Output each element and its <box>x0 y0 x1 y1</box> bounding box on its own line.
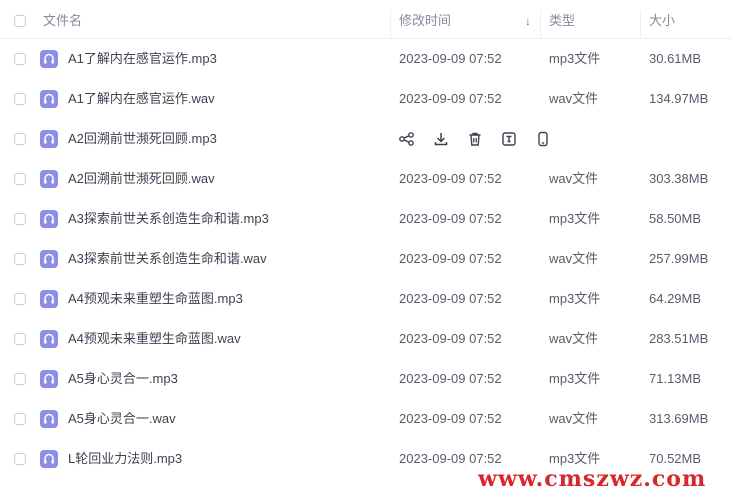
file-size: 71.13MB <box>649 371 702 386</box>
file-name[interactable]: A3探索前世关系创造生命和谐.wav <box>68 239 267 279</box>
file-modified-time: 2023-09-09 07:52 <box>399 171 502 186</box>
sort-descending-icon[interactable]: ↓ <box>525 4 531 38</box>
file-row[interactable]: A4预观未来重塑生命蓝图.wav 2023-09-09 07:52 wav文件 … <box>0 319 731 359</box>
file-modified-time: 2023-09-09 07:52 <box>399 411 502 426</box>
download-icon[interactable] <box>432 130 450 148</box>
file-type: wav文件 <box>549 251 599 266</box>
row-checkbox[interactable] <box>14 133 26 145</box>
file-type: mp3文件 <box>549 371 601 386</box>
column-header-modified[interactable]: 修改时间 <box>399 4 451 38</box>
file-modified-time: 2023-09-09 07:52 <box>399 331 502 346</box>
file-row[interactable]: A3探索前世关系创造生命和谐.mp3 2023-09-09 07:52 mp3文… <box>0 199 731 239</box>
row-checkbox[interactable] <box>14 373 26 385</box>
audio-file-icon <box>40 50 58 68</box>
file-modified-time: 2023-09-09 07:52 <box>399 91 502 106</box>
file-row[interactable]: A4预观未来重塑生命蓝图.mp3 2023-09-09 07:52 mp3文件 … <box>0 279 731 319</box>
delete-icon[interactable] <box>466 130 484 148</box>
file-list-header: 文件名 修改时间 ↓ 类型 大小 <box>0 4 731 39</box>
file-name[interactable]: A1了解内在感官运作.wav <box>68 79 215 119</box>
row-checkbox[interactable] <box>14 253 26 265</box>
file-name[interactable]: A4预观未来重塑生命蓝图.wav <box>68 319 241 359</box>
watermark-text: www.cmszwz.com <box>478 466 707 492</box>
row-checkbox[interactable] <box>14 293 26 305</box>
file-type: mp3文件 <box>549 211 601 226</box>
file-modified-time: 2023-09-09 07:52 <box>399 251 502 266</box>
file-size: 134.97MB <box>649 91 709 106</box>
file-name[interactable]: A4预观未来重塑生命蓝图.mp3 <box>68 279 243 319</box>
row-checkbox[interactable] <box>14 213 26 225</box>
file-size: 30.61MB <box>649 51 702 66</box>
file-name[interactable]: L轮回业力法则.mp3 <box>68 439 182 479</box>
row-checkbox[interactable] <box>14 453 26 465</box>
rename-icon[interactable] <box>500 130 518 148</box>
file-name[interactable]: A3探索前世关系创造生命和谐.mp3 <box>68 199 269 239</box>
file-type: wav文件 <box>549 171 599 186</box>
file-modified-time: 2023-09-09 07:52 <box>399 211 502 226</box>
file-size: 313.69MB <box>649 411 709 426</box>
column-header-name[interactable]: 文件名 <box>43 4 82 38</box>
file-row[interactable]: A2回溯前世濒死回顾.wav 2023-09-09 07:52 wav文件 30… <box>0 159 731 199</box>
row-checkbox[interactable] <box>14 333 26 345</box>
file-modified-time: 2023-09-09 07:52 <box>399 291 502 306</box>
column-divider[interactable] <box>390 10 391 38</box>
file-row[interactable]: A1了解内在感官运作.wav 2023-09-09 07:52 wav文件 13… <box>0 79 731 119</box>
column-header-type[interactable]: 类型 <box>549 4 575 38</box>
audio-file-icon <box>40 330 58 348</box>
file-name[interactable]: A2回溯前世濒死回顾.wav <box>68 159 215 199</box>
file-modified-time: 2023-09-09 07:52 <box>399 51 502 66</box>
phone-icon[interactable] <box>534 130 552 148</box>
audio-file-icon <box>40 170 58 188</box>
column-divider[interactable] <box>540 10 541 38</box>
file-size: 283.51MB <box>649 331 709 346</box>
file-size: 58.50MB <box>649 211 702 226</box>
file-modified-time: 2023-09-09 07:52 <box>399 371 502 386</box>
file-size: 303.38MB <box>649 171 709 186</box>
file-type: mp3文件 <box>549 291 601 306</box>
file-type: wav文件 <box>549 331 599 346</box>
file-name[interactable]: A5身心灵合一.mp3 <box>68 359 178 399</box>
audio-file-icon <box>40 210 58 228</box>
file-name[interactable]: A2回溯前世濒死回顾.mp3 <box>68 119 217 159</box>
file-size: 257.99MB <box>649 251 709 266</box>
audio-file-icon <box>40 370 58 388</box>
file-name[interactable]: A5身心灵合一.wav <box>68 399 176 439</box>
audio-file-icon <box>40 130 58 148</box>
file-type: wav文件 <box>549 411 599 426</box>
file-row[interactable]: A5身心灵合一.wav 2023-09-09 07:52 wav文件 313.6… <box>0 399 731 439</box>
audio-file-icon <box>40 450 58 468</box>
file-row[interactable]: A5身心灵合一.mp3 2023-09-09 07:52 mp3文件 71.13… <box>0 359 731 399</box>
audio-file-icon <box>40 410 58 428</box>
row-checkbox[interactable] <box>14 93 26 105</box>
file-row[interactable]: A3探索前世关系创造生命和谐.wav 2023-09-09 07:52 wav文… <box>0 239 731 279</box>
file-name[interactable]: A1了解内在感官运作.mp3 <box>68 39 217 79</box>
column-divider[interactable] <box>640 10 641 38</box>
file-row[interactable]: A1了解内在感官运作.mp3 2023-09-09 07:52 mp3文件 30… <box>0 39 731 79</box>
file-type: wav文件 <box>549 91 599 106</box>
select-all-checkbox[interactable] <box>14 15 26 27</box>
column-header-size[interactable]: 大小 <box>649 4 675 38</box>
file-row[interactable]: A2回溯前世濒死回顾.mp3 <box>0 119 731 159</box>
audio-file-icon <box>40 90 58 108</box>
row-checkbox[interactable] <box>14 53 26 65</box>
audio-file-icon <box>40 290 58 308</box>
share-icon[interactable] <box>398 130 416 148</box>
row-checkbox[interactable] <box>14 413 26 425</box>
file-size: 64.29MB <box>649 291 702 306</box>
audio-file-icon <box>40 250 58 268</box>
file-type: mp3文件 <box>549 51 601 66</box>
row-checkbox[interactable] <box>14 173 26 185</box>
